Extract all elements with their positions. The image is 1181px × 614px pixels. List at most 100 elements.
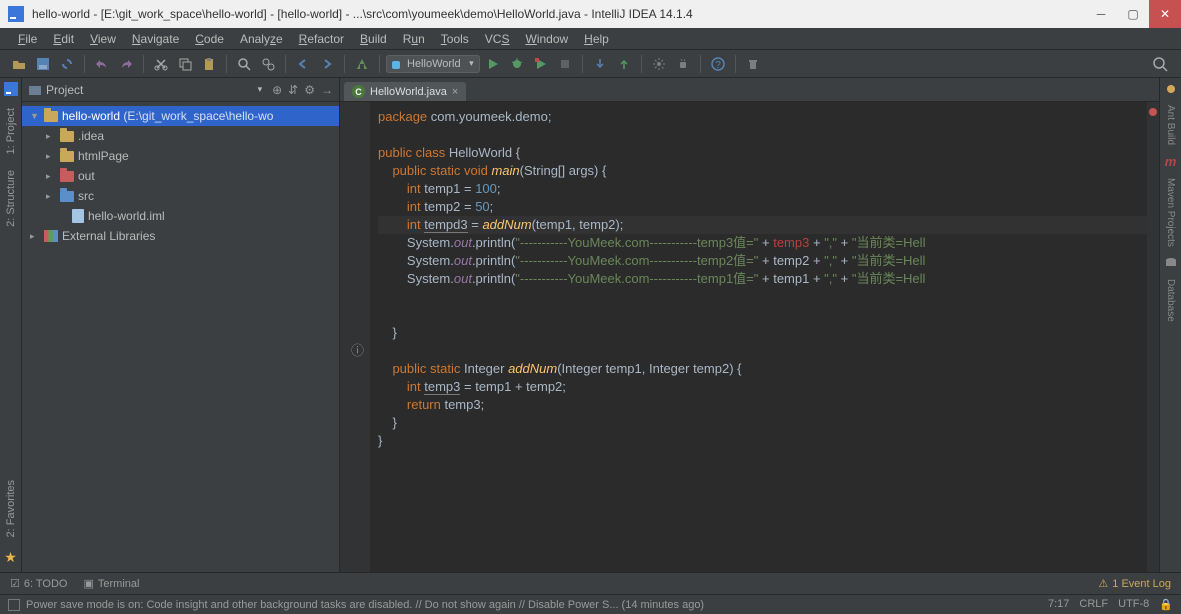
module-icon xyxy=(44,111,58,122)
toolbar: HelloWorld ? xyxy=(0,50,1181,78)
vcs-update-icon[interactable] xyxy=(589,53,611,75)
tab-maven[interactable]: Maven Projects xyxy=(1165,175,1176,250)
project-panel: Project ▾ ⊕ ⇵ ⚙ → ▼ hello-world (E:\git_… xyxy=(22,78,340,572)
lock-icon[interactable]: 🔒 xyxy=(1159,598,1173,611)
window-title: hello-world - [E:\git_work_space\hello-w… xyxy=(32,7,1085,21)
separator xyxy=(84,55,85,73)
editor-tab[interactable]: C HelloWorld.java × xyxy=(344,82,466,101)
save-icon[interactable] xyxy=(32,53,54,75)
tab-favorites[interactable]: 2: Favorites xyxy=(5,476,17,541)
star-icon: ★ xyxy=(4,549,17,566)
menu-window[interactable]: Window xyxy=(517,30,576,48)
find-icon[interactable] xyxy=(233,53,255,75)
line-ending[interactable]: CRLF xyxy=(1079,598,1108,611)
menu-run[interactable]: Run xyxy=(395,30,433,48)
tab-terminal[interactable]: ▣Terminal xyxy=(83,577,139,590)
todo-icon: ☑ xyxy=(10,577,20,590)
tree-root-label: hello-world (E:\git_work_space\hello-wo xyxy=(62,109,273,123)
error-stripe[interactable] xyxy=(1147,102,1159,572)
menu-help[interactable]: Help xyxy=(576,30,617,48)
status-bar: Power save mode is on: Code insight and … xyxy=(0,594,1181,614)
project-panel-title[interactable]: Project xyxy=(46,83,258,97)
tab-label: HelloWorld.java xyxy=(370,86,447,98)
tab-todo[interactable]: ☑6: TODO xyxy=(10,577,67,590)
tab-database[interactable]: Database xyxy=(1165,276,1176,325)
project-tree[interactable]: ▼ hello-world (E:\git_work_space\hello-w… xyxy=(22,102,339,250)
close-tab-icon[interactable]: × xyxy=(452,86,458,98)
menu-edit[interactable]: Edit xyxy=(45,30,82,48)
tree-item[interactable]: hello-world.iml xyxy=(22,206,339,226)
minimize-button[interactable]: ─ xyxy=(1085,0,1117,28)
cursor-position[interactable]: 7:17 xyxy=(1048,598,1069,611)
forward-icon[interactable] xyxy=(316,53,338,75)
menu-vcs[interactable]: VCS xyxy=(477,30,518,48)
power-save-checkbox[interactable] xyxy=(8,599,20,611)
separator xyxy=(285,55,286,73)
debug-icon[interactable] xyxy=(506,53,528,75)
collapse-icon[interactable]: ⇵ xyxy=(288,83,298,97)
sync-icon[interactable] xyxy=(56,53,78,75)
separator xyxy=(582,55,583,73)
menu-build[interactable]: Build xyxy=(352,30,395,48)
menu-refactor[interactable]: Refactor xyxy=(291,30,352,48)
replace-icon[interactable] xyxy=(257,53,279,75)
separator xyxy=(344,55,345,73)
error-marker-icon[interactable] xyxy=(1149,108,1157,116)
tab-project[interactable]: 1: Project xyxy=(5,104,17,158)
menu-tools[interactable]: Tools xyxy=(433,30,477,48)
tab-ant-build[interactable]: Ant Build xyxy=(1165,102,1176,148)
encoding[interactable]: UTF-8 xyxy=(1118,598,1149,611)
menu-code[interactable]: Code xyxy=(187,30,232,48)
build-icon[interactable] xyxy=(351,53,373,75)
menu-view[interactable]: View xyxy=(82,30,124,48)
undo-icon[interactable] xyxy=(91,53,113,75)
java-class-icon: C xyxy=(352,85,365,98)
intellij-mini-icon xyxy=(4,82,18,96)
gear-icon[interactable]: ⚙ xyxy=(304,83,315,97)
trash-icon[interactable] xyxy=(742,53,764,75)
separator xyxy=(735,55,736,73)
tree-item[interactable]: ▸out xyxy=(22,166,339,186)
stop-icon[interactable] xyxy=(554,53,576,75)
tree-root[interactable]: ▼ hello-world (E:\git_work_space\hello-w… xyxy=(22,106,339,126)
coverage-icon[interactable] xyxy=(530,53,552,75)
tree-item[interactable]: ▸src xyxy=(22,186,339,206)
cut-icon[interactable] xyxy=(150,53,172,75)
copy-icon[interactable] xyxy=(174,53,196,75)
tree-external-libs[interactable]: ▸External Libraries xyxy=(22,226,339,246)
database-icon xyxy=(1164,256,1178,270)
editor-tab-bar: C HelloWorld.java × xyxy=(340,78,1159,102)
search-everywhere-icon[interactable] xyxy=(1149,53,1171,75)
help-icon[interactable]: ? xyxy=(707,53,729,75)
paste-icon[interactable] xyxy=(198,53,220,75)
intellij-icon xyxy=(8,6,24,22)
run-icon[interactable] xyxy=(482,53,504,75)
editor-area: C HelloWorld.java × ⓘ package com.youmee… xyxy=(340,78,1159,572)
arrow-expanded-icon[interactable]: ▼ xyxy=(30,111,40,121)
tab-structure[interactable]: 2: Structure xyxy=(5,166,17,231)
menu-file[interactable]: File xyxy=(10,30,45,48)
tree-item[interactable]: ▸.idea xyxy=(22,126,339,146)
menu-navigate[interactable]: Navigate xyxy=(124,30,187,48)
code-content[interactable]: package com.youmeek.demo; public class H… xyxy=(370,102,1147,572)
separator xyxy=(379,55,380,73)
settings-icon[interactable] xyxy=(648,53,670,75)
open-icon[interactable] xyxy=(8,53,30,75)
editor-gutter[interactable]: ⓘ xyxy=(340,102,370,572)
tree-item[interactable]: ▸htmlPage xyxy=(22,146,339,166)
close-button[interactable]: ✕ xyxy=(1149,0,1181,28)
vcs-commit-icon[interactable] xyxy=(613,53,635,75)
back-icon[interactable] xyxy=(292,53,314,75)
locate-icon[interactable]: ⊕ xyxy=(272,83,282,97)
status-message: Power save mode is on: Code insight and … xyxy=(26,599,704,611)
redo-icon[interactable] xyxy=(115,53,137,75)
maximize-button[interactable]: ▢ xyxy=(1117,0,1149,28)
event-log[interactable]: ⚠1 Event Log xyxy=(1098,577,1171,590)
run-config-dropdown[interactable]: HelloWorld xyxy=(386,55,480,73)
code-editor[interactable]: ⓘ package com.youmeek.demo; public class… xyxy=(340,102,1159,572)
dropdown-icon[interactable]: ▾ xyxy=(258,84,263,95)
folder-icon xyxy=(60,151,74,162)
hide-icon[interactable]: → xyxy=(321,83,333,97)
android-icon[interactable] xyxy=(672,53,694,75)
menu-analyze[interactable]: Analyze xyxy=(232,30,291,48)
